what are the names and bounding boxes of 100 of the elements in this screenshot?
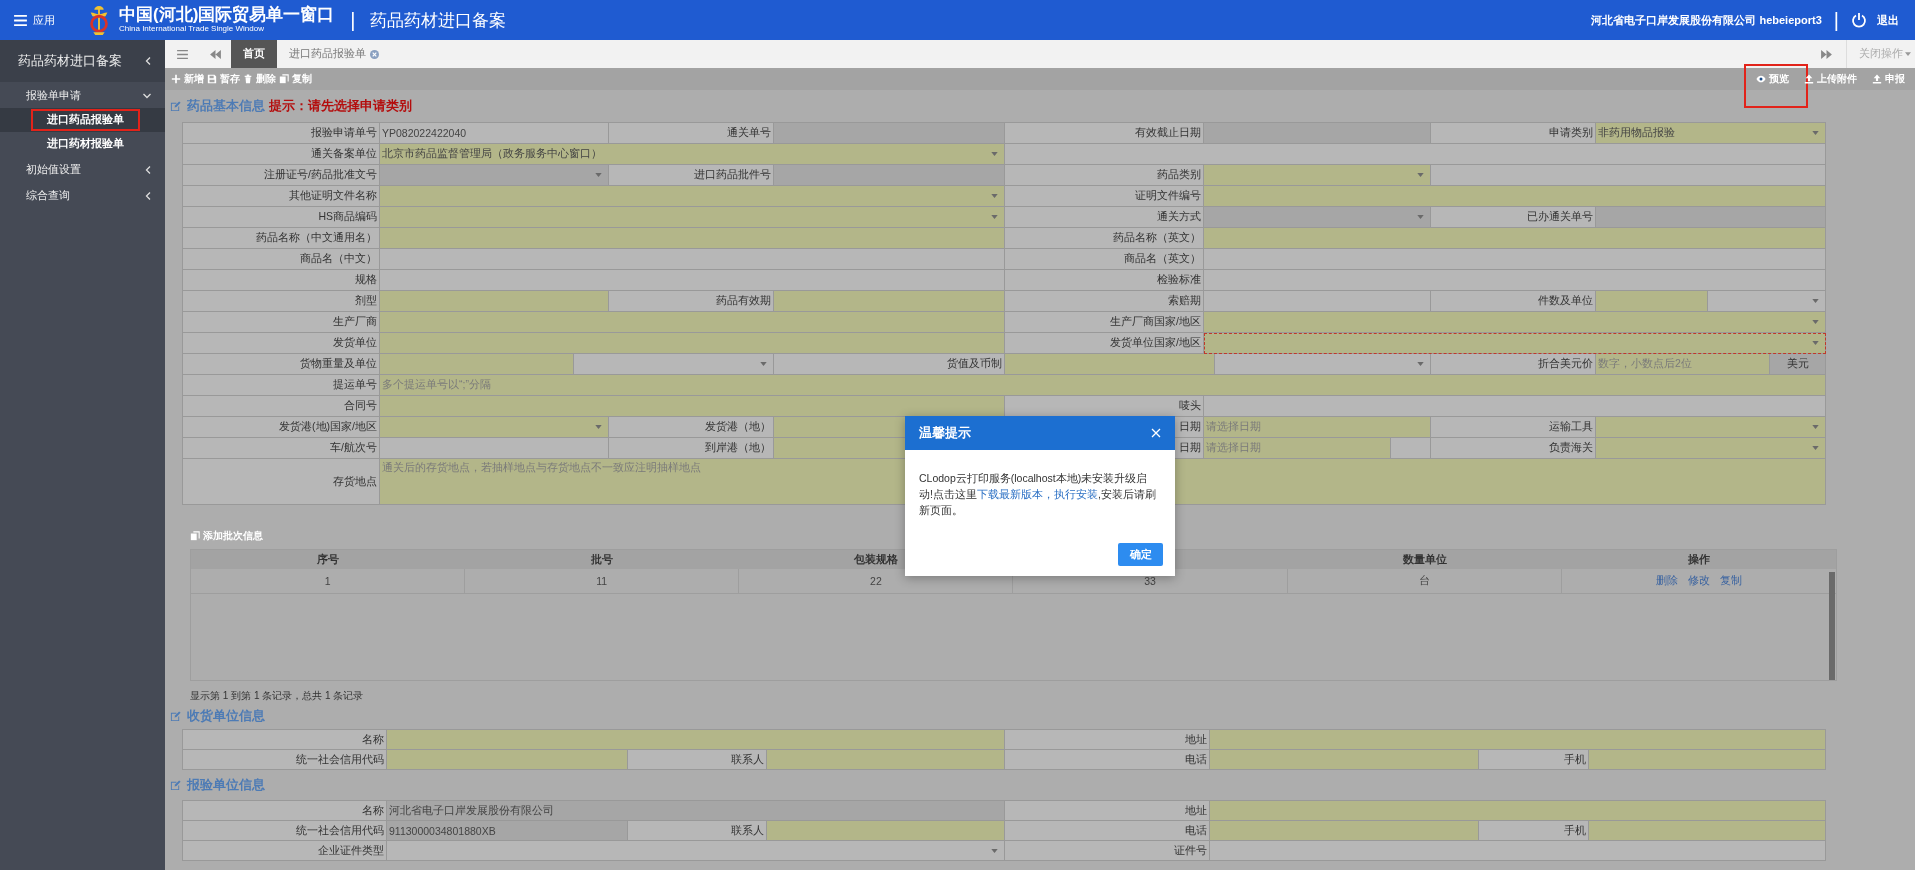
- select-field[interactable]: [380, 207, 1005, 228]
- field-label: 申请类别: [1431, 123, 1596, 144]
- add-batch-button[interactable]: 添加批次信息: [190, 527, 263, 544]
- tab[interactable]: 首页: [231, 40, 277, 68]
- toolbar-button[interactable]: 删除: [243, 70, 276, 88]
- input-field[interactable]: [767, 750, 1005, 770]
- field-label: 车/航次号: [183, 438, 380, 459]
- input-field[interactable]: YP082022422040: [380, 123, 609, 144]
- field-label: 地址: [1005, 730, 1210, 750]
- field-label: 统一社会信用代码: [183, 821, 387, 841]
- input-field[interactable]: [1204, 228, 1826, 249]
- module-menu-item[interactable]: 药品药材进口备案: [0, 40, 165, 82]
- input-field[interactable]: [1204, 291, 1431, 312]
- title-separator: |: [1833, 8, 1839, 32]
- section-title: 收货单位信息: [187, 707, 265, 725]
- input-field[interactable]: [380, 438, 609, 459]
- dialog-title: 温馨提示: [919, 424, 971, 442]
- input-field[interactable]: [1210, 801, 1826, 821]
- select-field[interactable]: [1215, 354, 1431, 375]
- input-field[interactable]: [767, 821, 1005, 841]
- select-field[interactable]: [1708, 291, 1826, 312]
- select-field[interactable]: [1596, 417, 1826, 438]
- double-chevron-right-icon[interactable]: [1821, 49, 1832, 59]
- input-field[interactable]: [1210, 750, 1479, 770]
- input-field[interactable]: [380, 312, 1005, 333]
- select-field[interactable]: 北京市药品监督管理局（政务服务中心窗口）: [380, 144, 1005, 165]
- close-icon[interactable]: [1151, 428, 1161, 438]
- row-action-link[interactable]: 修改: [1687, 574, 1710, 588]
- chevron-down-icon: [143, 93, 151, 99]
- toolbar-button[interactable]: 申报: [1872, 70, 1905, 88]
- input-field[interactable]: [387, 750, 628, 770]
- save-icon: [207, 74, 217, 84]
- submenu-item[interactable]: 进口药品报验单: [0, 108, 165, 132]
- input-field[interactable]: [1210, 730, 1826, 750]
- field-label: 报验申请单号: [183, 123, 380, 144]
- field-label: 手机: [1479, 821, 1589, 841]
- chevron-left-icon: [145, 166, 151, 174]
- field-label: 名称: [183, 801, 387, 821]
- tab[interactable]: 进口药品报验单: [277, 40, 391, 68]
- trash-icon: [243, 74, 253, 84]
- logout-button[interactable]: 退出: [1851, 12, 1899, 28]
- input-field[interactable]: [380, 228, 1005, 249]
- menu-item[interactable]: 综合查询: [0, 184, 165, 208]
- confirm-button[interactable]: 确定: [1118, 543, 1163, 566]
- menu-item[interactable]: 初始值设置: [0, 158, 165, 182]
- input-field[interactable]: [1391, 438, 1431, 459]
- table-cell: 1: [324, 575, 331, 587]
- input-field[interactable]: [1204, 249, 1826, 270]
- input-field[interactable]: [1210, 821, 1479, 841]
- field-label: 通关方式: [1005, 207, 1204, 228]
- toolbar-button[interactable]: 新增: [171, 70, 204, 88]
- input-field[interactable]: [1204, 396, 1826, 417]
- input-field[interactable]: [1204, 186, 1826, 207]
- select-field[interactable]: [380, 186, 1005, 207]
- field-label: 运输工具: [1431, 417, 1596, 438]
- download-link[interactable]: 下载最新版本，执行安装: [976, 488, 1098, 500]
- field-label: 联系人: [628, 821, 767, 841]
- toolbar-button[interactable]: 暂存: [207, 70, 240, 88]
- input-field[interactable]: [380, 270, 1005, 291]
- app-menu-button[interactable]: 应用: [14, 12, 55, 28]
- toolbar-button[interactable]: 复制: [279, 70, 312, 88]
- field-label: 剂型: [183, 291, 380, 312]
- input-field[interactable]: [1589, 821, 1826, 841]
- select-field[interactable]: [1204, 333, 1826, 354]
- input-field[interactable]: [380, 354, 574, 375]
- input-field[interactable]: [380, 249, 1005, 270]
- row-action-link[interactable]: 删除: [1655, 574, 1678, 588]
- input-field[interactable]: [774, 291, 1005, 312]
- close-icon[interactable]: [370, 49, 379, 59]
- select-field[interactable]: [380, 417, 609, 438]
- input-field[interactable]: [1210, 841, 1826, 861]
- field-label: 药品名称（英文）: [1005, 228, 1204, 249]
- section-title: 报验单位信息: [187, 776, 265, 794]
- input-field[interactable]: [1596, 291, 1708, 312]
- input-field[interactable]: [380, 291, 609, 312]
- scrollbar[interactable]: [1829, 572, 1835, 680]
- menu-item[interactable]: 报验单申请: [0, 84, 165, 108]
- submenu-item[interactable]: 进口药材报验单: [0, 132, 165, 156]
- chevron-left-icon: [145, 57, 151, 65]
- field-label: 名称: [183, 730, 387, 750]
- chevron-left-icon: [145, 192, 151, 200]
- input-field[interactable]: [387, 730, 1005, 750]
- row-action-link[interactable]: 复制: [1719, 574, 1742, 588]
- input-field[interactable]: [1005, 354, 1215, 375]
- toolbar-button[interactable]: 上传附件: [1804, 70, 1857, 88]
- field-label: 电话: [1005, 750, 1210, 770]
- select-field[interactable]: 非药用物品报验: [1596, 123, 1826, 144]
- input-field[interactable]: [380, 333, 1005, 354]
- menu-icon[interactable]: [177, 49, 188, 59]
- select-field[interactable]: [1204, 165, 1431, 186]
- select-field[interactable]: [387, 841, 1005, 861]
- input-field[interactable]: [1589, 750, 1826, 770]
- input-field[interactable]: [1204, 270, 1826, 291]
- hint-text: 提示：请先选择申请类别: [269, 97, 412, 115]
- select-field[interactable]: [1204, 312, 1826, 333]
- select-field[interactable]: [1596, 438, 1826, 459]
- toolbar-button[interactable]: 预览: [1756, 70, 1789, 88]
- input-field[interactable]: [380, 396, 1005, 417]
- select-field[interactable]: [574, 354, 774, 375]
- double-chevron-left-icon[interactable]: [210, 49, 221, 59]
